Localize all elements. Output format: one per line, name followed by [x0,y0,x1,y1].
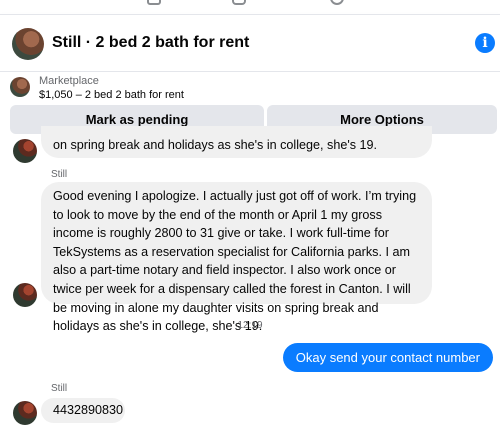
listing-thumbnail[interactable] [12,28,44,60]
top-toolbar-cutoff [0,0,500,14]
sender-avatar[interactable] [13,283,37,307]
message-timestamp: 12:19 [237,320,263,331]
listing-thumbnail-small[interactable] [10,77,30,97]
sender-name: Still [51,169,68,180]
listing-summary[interactable]: $1,050 – 2 bed 2 bath for rent [39,89,184,101]
messenger-conversation: Still · 2 bed 2 bath for rent i Marketpl… [0,0,500,429]
toolbar-icon[interactable] [330,0,344,5]
conversation-title[interactable]: Still · 2 bed 2 bath for rent [52,34,249,52]
sender-name: Still [51,383,68,394]
sender-avatar[interactable] [13,401,37,425]
toolbar-icon[interactable] [147,0,161,5]
message-bubble-incoming: Good evening I apologize. I actually jus… [41,182,432,333]
toolbar-icon[interactable] [232,0,246,5]
info-icon[interactable]: i [475,33,495,53]
message-bubble-incoming: on spring break and holidays as she's in… [41,126,432,158]
sender-avatar[interactable] [13,139,37,163]
conversation-header: Still · 2 bed 2 bath for rent i [0,14,500,72]
message-bubble-incoming: 4432890830 [41,398,125,423]
marketplace-label: Marketplace [39,75,99,87]
message-bubble-outgoing: Okay send your contact number [282,343,493,372]
